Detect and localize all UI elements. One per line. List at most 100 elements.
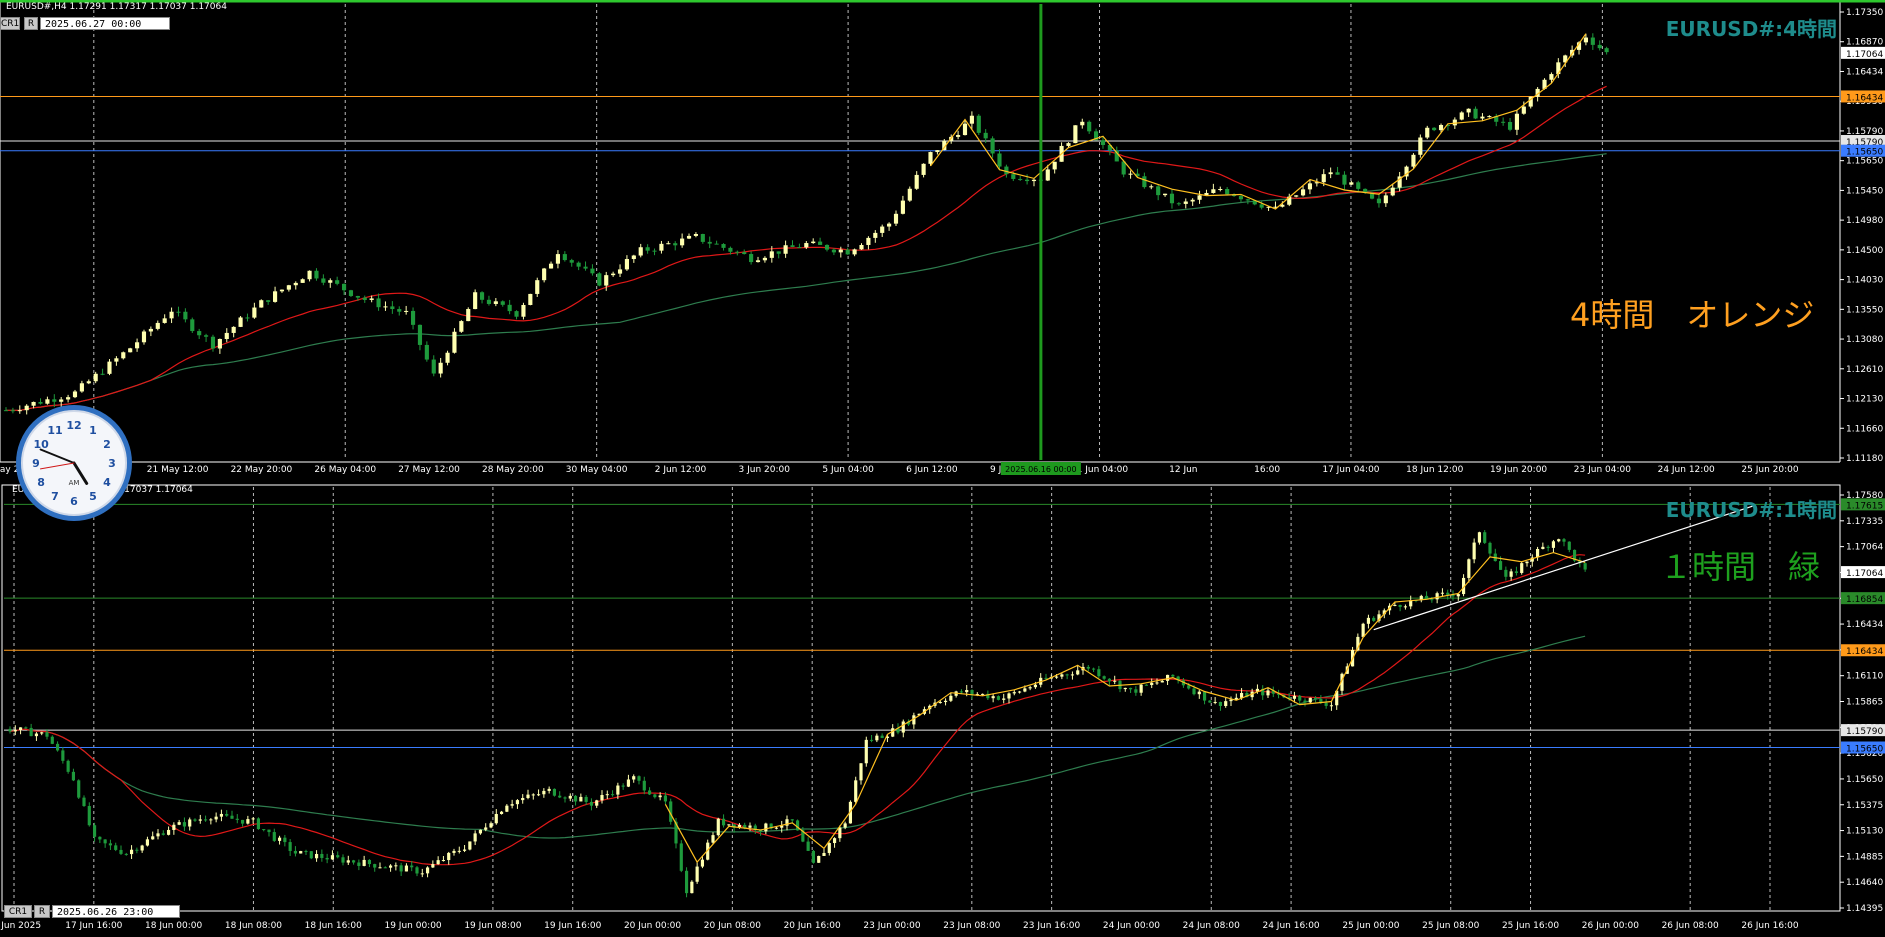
candle-body bbox=[493, 301, 498, 304]
candle-body bbox=[631, 255, 636, 260]
candle-body bbox=[1393, 604, 1397, 606]
candle-body bbox=[1366, 617, 1371, 624]
bottom-datetime-box[interactable]: 2025.06.26 23:00 bbox=[52, 905, 180, 918]
candle-body bbox=[473, 292, 478, 310]
candle-body bbox=[45, 399, 50, 404]
candle-body bbox=[256, 818, 261, 830]
top-datetime-box[interactable]: 2025.06.27 00:00 bbox=[40, 17, 170, 30]
candle-body bbox=[869, 739, 874, 741]
candle-body bbox=[293, 850, 298, 854]
candle-body bbox=[1418, 137, 1423, 155]
candle-body bbox=[632, 776, 636, 780]
candle-body bbox=[583, 266, 588, 269]
candle-body bbox=[390, 306, 395, 310]
level-price-label: 1.15790 bbox=[1846, 727, 1883, 737]
candle-body bbox=[1597, 44, 1602, 49]
candle-body bbox=[1440, 592, 1445, 594]
top-cr1-button[interactable]: CR1 bbox=[0, 17, 20, 30]
bottom-panel-frame bbox=[1, 484, 1841, 912]
candle-body bbox=[542, 790, 546, 795]
candle-body bbox=[267, 829, 271, 833]
x-tick-label: 28 May 20:00 bbox=[482, 465, 544, 475]
candle-body bbox=[225, 813, 229, 816]
bottom-note-label: １時間 緑 bbox=[1660, 548, 1821, 586]
crosshair-time-label: 2025.06.16 00:00 bbox=[1005, 465, 1076, 474]
candle-body bbox=[394, 865, 398, 867]
candle-body bbox=[155, 322, 160, 329]
candle-body bbox=[1557, 539, 1561, 542]
candle-body bbox=[1150, 682, 1154, 686]
candle-body bbox=[938, 702, 942, 704]
candle-body bbox=[420, 873, 424, 875]
candle-body bbox=[346, 860, 350, 863]
candle-body bbox=[1472, 542, 1476, 560]
candle-body bbox=[673, 243, 678, 246]
bottom-cr1-button[interactable]: CR1 bbox=[4, 905, 32, 918]
candle-body bbox=[424, 344, 429, 360]
candle-body bbox=[843, 823, 847, 828]
candle-body bbox=[18, 727, 23, 731]
candle-body bbox=[1488, 542, 1492, 554]
candle-body bbox=[997, 153, 1002, 167]
price-tick-label: 1.15650 bbox=[1846, 775, 1883, 785]
candle-body bbox=[887, 223, 892, 227]
candle-body bbox=[521, 304, 526, 317]
top-plot: 5 May 2025May 04:0021 May 12:0022 May 20… bbox=[0, 4, 1885, 475]
price-tick-label: 1.14395 bbox=[1846, 904, 1883, 914]
candle-body bbox=[1435, 593, 1439, 600]
candle-body bbox=[1107, 678, 1112, 682]
candle-body bbox=[1509, 571, 1513, 577]
candle-body bbox=[832, 838, 837, 844]
candle-body bbox=[383, 306, 388, 308]
top-r-button[interactable]: R bbox=[24, 17, 38, 30]
candle-body bbox=[1303, 700, 1307, 703]
candle-body bbox=[141, 331, 147, 343]
candle-body bbox=[1080, 121, 1085, 126]
candle-body bbox=[875, 735, 879, 741]
candle-body bbox=[304, 851, 308, 853]
candle-body bbox=[204, 335, 209, 337]
candle-body bbox=[611, 273, 616, 276]
candle-body bbox=[197, 331, 202, 336]
x-tick-label: 18 Jun 16:00 bbox=[305, 921, 362, 931]
candle-body bbox=[252, 307, 257, 318]
candle-body bbox=[1202, 691, 1207, 701]
candle-body bbox=[500, 301, 505, 305]
candle-body bbox=[447, 852, 451, 861]
candle-body bbox=[1218, 189, 1223, 191]
candle-body bbox=[452, 850, 456, 853]
top-panel-frame bbox=[0, 1, 1841, 463]
candle-body bbox=[1012, 692, 1016, 694]
x-tick-label: 20 Jun 08:00 bbox=[704, 921, 761, 931]
price-tick-label: 1.16434 bbox=[1846, 620, 1883, 630]
candle-body bbox=[880, 735, 884, 739]
candle-body bbox=[1549, 74, 1554, 80]
candle-body bbox=[693, 234, 698, 236]
candle-body bbox=[1372, 617, 1376, 621]
candle-body bbox=[286, 285, 291, 290]
candle-body bbox=[231, 326, 236, 333]
x-tick-label: 24 Jun 16:00 bbox=[1262, 921, 1319, 931]
candle-body bbox=[240, 819, 245, 824]
candle-body bbox=[818, 241, 823, 245]
bottom-r-button[interactable]: R bbox=[34, 905, 50, 918]
x-tick-label: 26 Jun 16:00 bbox=[1741, 921, 1798, 931]
x-tick-label: 22 May 20:00 bbox=[231, 465, 293, 475]
candle-body bbox=[176, 311, 181, 313]
candle-body bbox=[996, 696, 1001, 700]
candle-body bbox=[34, 733, 39, 737]
candle-body bbox=[431, 864, 435, 868]
candle-body bbox=[436, 860, 440, 865]
candle-body bbox=[562, 254, 567, 261]
price-tick-label: 1.12130 bbox=[1846, 395, 1883, 405]
candle-body bbox=[1197, 691, 1201, 695]
candle-body bbox=[600, 795, 604, 801]
candle-body bbox=[1183, 201, 1188, 204]
candle-body bbox=[991, 696, 995, 699]
candle-body bbox=[279, 289, 285, 292]
candle-body bbox=[1541, 546, 1545, 549]
x-tick-label: 18 Jun 00:00 bbox=[145, 921, 202, 931]
candle-body bbox=[510, 804, 514, 806]
candle-body bbox=[1466, 108, 1471, 113]
candle-body bbox=[235, 818, 239, 820]
